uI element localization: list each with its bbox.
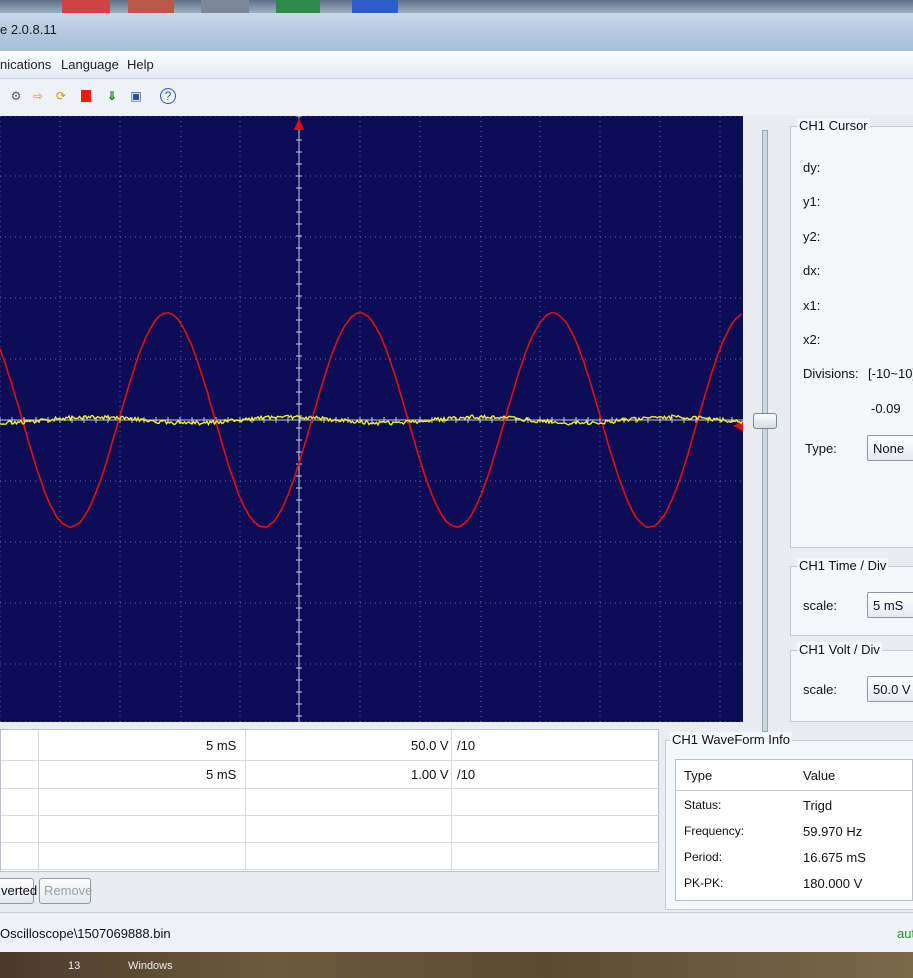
row-time: 5 mS	[206, 767, 236, 782]
channel-table[interactable]: 5 mS 50.0 V /10 5 mS 1.00 V /10	[0, 729, 659, 872]
taskbar-app-icon[interactable]	[128, 0, 174, 13]
remove-button[interactable]: Remove	[39, 878, 91, 904]
header-value: Value	[803, 768, 835, 783]
cursor-y1-label: y1:	[803, 194, 820, 209]
cursor-dx-label: dx:	[803, 263, 820, 278]
divisions-range: [-10~10]	[868, 366, 913, 381]
info-period-value: 16.675 mS	[803, 850, 866, 865]
info-period-label: Period:	[684, 850, 722, 864]
menu-communications[interactable]: nications	[0, 57, 51, 72]
volt-scale-select[interactable]: 50.0 V	[867, 676, 913, 702]
refresh-icon[interactable]: ⟳	[53, 88, 69, 104]
taskbar-app-icon[interactable]	[276, 0, 320, 13]
time-scale-label: scale:	[803, 598, 837, 613]
header-type: Type	[684, 768, 712, 783]
save-icon[interactable]: ⇓	[104, 88, 120, 104]
taskbar-label: Windows	[128, 960, 173, 972]
cursor-x2-label: x2:	[803, 332, 820, 347]
divisions-value: -0.09	[871, 401, 901, 416]
volt-div-title: CH1 Volt / Div	[797, 642, 882, 657]
row-volt: 50.0 V	[411, 738, 449, 753]
info-pkpk-value: 180.000 V	[803, 876, 862, 891]
cursor-y2-label: y2:	[803, 229, 820, 244]
info-pkpk-label: PK-PK:	[684, 876, 723, 890]
status-mode: aut	[897, 926, 913, 941]
table-row[interactable]: 5 mS 50.0 V /10	[1, 730, 660, 760]
taskbar-number: 13	[68, 960, 80, 972]
title-bar	[0, 13, 913, 51]
info-status-value: Trigd	[803, 798, 832, 813]
row-div: /10	[457, 738, 475, 753]
info-frequency-value: 59.970 Hz	[803, 824, 862, 839]
trigger-marker	[294, 118, 304, 130]
monitor-icon[interactable]: ▣	[128, 88, 144, 104]
taskbar-app-icon[interactable]	[201, 0, 249, 13]
info-status-label: Status:	[684, 798, 721, 812]
cursor-type-select[interactable]: None	[867, 435, 913, 461]
row-div: /10	[457, 767, 475, 782]
stop-icon[interactable]	[78, 88, 94, 104]
time-div-title: CH1 Time / Div	[797, 558, 888, 573]
divisions-label: Divisions:	[803, 366, 859, 381]
status-file-path: Oscilloscope\1507069888.bin	[0, 926, 171, 941]
info-frequency-label: Frequency:	[684, 824, 744, 838]
desktop-top-strip	[0, 0, 913, 13]
cursor-dy-label: dy:	[803, 160, 820, 175]
menu-language[interactable]: Language	[61, 57, 119, 72]
cursor-type-label: Type:	[805, 441, 837, 456]
inverted-button[interactable]: verted	[0, 878, 34, 904]
waveform-display	[0, 116, 743, 722]
help-icon[interactable]: ?	[160, 88, 176, 104]
waveform-info-title: CH1 WaveForm Info	[670, 732, 792, 747]
cursor-group-title: CH1 Cursor	[797, 118, 870, 133]
volt-scale-label: scale:	[803, 682, 837, 697]
export-icon[interactable]: ⇨	[30, 88, 46, 104]
taskbar-app-icon[interactable]	[62, 0, 110, 13]
cursor-x1-label: x1:	[803, 298, 820, 313]
slider-thumb[interactable]	[753, 413, 777, 429]
row-volt: 1.00 V	[411, 767, 449, 782]
waveform-info-table: Type Value Status: Trigd Frequency: 59.9…	[675, 759, 913, 901]
time-scale-select[interactable]: 5 mS	[867, 592, 913, 618]
vertical-position-slider[interactable]	[762, 130, 768, 732]
connect-icon[interactable]: ⚙	[8, 88, 24, 104]
table-row[interactable]: 5 mS 1.00 V /10	[1, 761, 660, 788]
menu-help[interactable]: Help	[127, 57, 154, 72]
row-time: 5 mS	[206, 738, 236, 753]
window-title: e 2.0.8.11	[0, 22, 57, 37]
taskbar-app-icon[interactable]	[352, 0, 398, 13]
oscilloscope-screen[interactable]	[0, 116, 743, 722]
